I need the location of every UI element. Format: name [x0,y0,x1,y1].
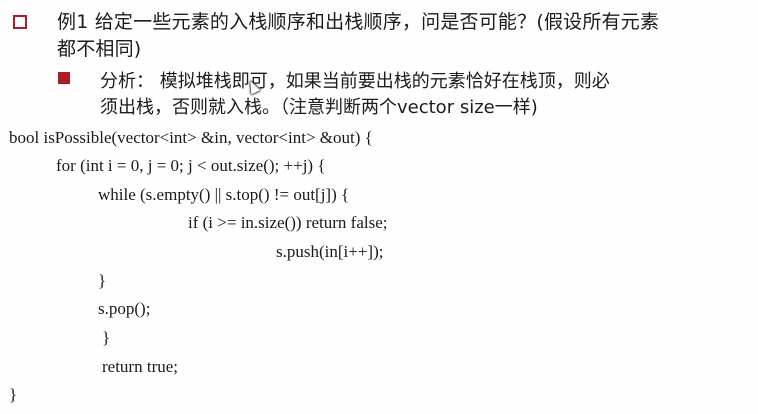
code-line: } [98,271,107,290]
heading-line-2: 都不相同) [57,38,142,60]
code-line: } [102,328,111,347]
slide: 例1 给定一些元素的入栈顺序和出栈顺序，问是否可能？(假设所有元素 都不相同) … [0,0,758,414]
analysis-line-2: 须出栈，否则就入栈。（注意判断两个vector size一样) [100,97,538,118]
code-line: for (int i = 0, j = 0; j < out.size(); +… [56,156,326,175]
filled-square-bullet-icon [58,72,70,84]
analysis-line-1: 分析： 模拟堆栈即可，如果当前要出栈的元素恰好在栈顶，则必 [100,71,610,92]
code-line: s.pop(); [98,299,151,318]
code-line: } [9,385,18,404]
code-line: if (i >= in.size()) return false; [188,213,388,232]
code-line: bool isPossible(vector<int> &in, vector<… [9,128,373,147]
code-line: s.push(in[i++]); [276,242,384,261]
heading-line-1: 例1 给定一些元素的入栈顺序和出栈顺序，问是否可能？(假设所有元素 [57,11,660,33]
outline-square-bullet-icon [13,15,27,29]
code-line: return true; [102,357,178,376]
code-line: while (s.empty() || s.top() != out[j]) { [98,185,350,204]
